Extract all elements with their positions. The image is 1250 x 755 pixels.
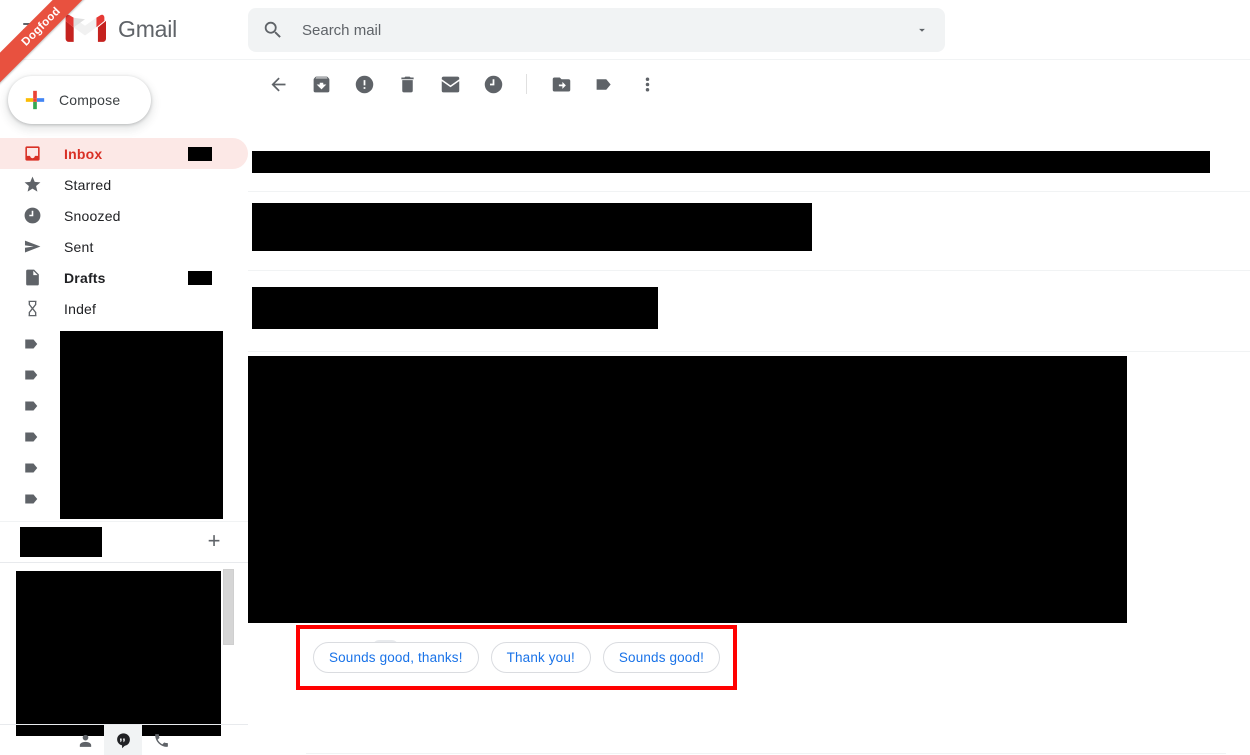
report-spam-icon [355,75,373,93]
chat-scrollbar-thumb[interactable] [223,569,234,645]
arrow-left-icon [271,77,285,91]
report-spam-button[interactable] [344,64,384,104]
clock-icon [22,206,42,226]
smart-reply-chip-2[interactable]: Thank you! [490,642,591,673]
message-view: Sounds good, thanks! Thank you! Sounds g… [248,60,1250,755]
header-divider [0,59,1250,60]
message-divider [248,351,1250,352]
actions-divider [306,753,1226,754]
search-icon[interactable] [262,19,284,41]
label-tag-icon [22,489,42,509]
chat-content-redaction [16,571,221,736]
chat-footer [0,724,248,755]
hourglass-icon [22,299,42,319]
sidebar-item-inbox[interactable]: Inbox [0,138,248,169]
trash-icon [400,76,414,92]
label-tag-icon [22,365,42,385]
labels-button[interactable] [584,64,624,104]
delete-button[interactable] [387,64,427,104]
clock-icon [484,75,502,93]
sender-header-redaction [252,203,812,251]
archive-button[interactable] [301,64,341,104]
mark-unread-icon [441,76,459,92]
label-tag-icon [22,396,42,416]
message-divider [248,191,1250,192]
move-to-folder-icon [552,77,570,91]
move-to-button[interactable] [541,64,581,104]
smart-reply-highlight: Sounds good, thanks! Thank you! Sounds g… [296,625,738,690]
archive-icon [313,76,329,92]
sidebar-item-indef[interactable]: Indef [0,293,248,324]
back-to-inbox-button[interactable] [258,64,298,104]
snooze-button[interactable] [473,64,513,104]
hangouts-icon[interactable] [104,724,142,755]
gmail-app: Dogfood Gmail Search mail Compose Inbox … [0,0,1250,755]
chevron-down-icon[interactable] [915,23,929,37]
message-toolbar [248,60,1250,108]
search-bar[interactable] [248,8,945,52]
labels-redaction [60,331,223,519]
subject-redaction [252,151,1210,173]
phone-icon[interactable] [142,725,180,755]
sidebar-item-sent[interactable]: Sent [0,231,248,262]
contacts-icon[interactable] [66,725,104,755]
message-body-redaction [248,356,1127,623]
recipient-line-redaction [252,287,658,329]
gmail-logo-icon [65,14,106,42]
compose-label: Compose [59,92,121,108]
hangouts-chat-panel [0,562,248,740]
sidebar-item-label: Inbox [64,145,103,162]
label-tag-icon [22,427,42,447]
label-tag-icon [596,78,611,90]
compose-button[interactable]: Compose [8,76,151,124]
drafts-count-redaction [188,270,212,285]
smart-reply-chip-1[interactable]: Sounds good, thanks! [313,642,479,673]
sidebar-item-label: Starred [64,176,112,193]
label-tag-icon [22,334,42,354]
hamburger-menu-icon[interactable] [22,18,46,42]
draft-icon [22,268,42,288]
sidebar-item-label: Sent [64,238,94,255]
message-divider [248,270,1250,271]
smart-reply-chip-3[interactable]: Sounds good! [602,642,721,673]
sidebar: Compose Inbox Starred Snoozed Sent Draft… [0,60,248,755]
sidebar-item-label: Indef [64,300,97,317]
mark-unread-button[interactable] [430,64,470,104]
more-options-button[interactable] [627,64,667,104]
brand: Gmail [64,12,177,46]
sidebar-item-snoozed[interactable]: Snoozed [0,200,248,231]
inbox-icon [22,144,42,164]
sidebar-section-header: + [0,522,248,562]
app-header: Gmail [0,0,1250,60]
toolbar-divider [526,74,527,94]
inbox-count-redaction [188,146,212,161]
send-icon [22,237,42,257]
section-title-redaction [20,527,102,557]
smart-reply-area: Sounds good, thanks! Thank you! Sounds g… [296,625,738,690]
sidebar-item-label: Snoozed [64,207,121,224]
star-icon [22,175,42,195]
add-contact-button[interactable]: + [204,530,224,552]
more-vertical-icon [645,77,649,91]
sidebar-labels-list [0,328,248,519]
sidebar-item-starred[interactable]: Starred [0,169,248,200]
label-tag-icon [22,458,42,478]
brand-title: Gmail [118,15,178,42]
search-input[interactable] [300,20,915,40]
sidebar-item-drafts[interactable]: Drafts [0,262,248,293]
plus-icon [25,90,45,110]
sidebar-nav: Inbox Starred Snoozed Sent Drafts Indef [0,138,248,324]
sidebar-item-label: Drafts [64,269,106,286]
